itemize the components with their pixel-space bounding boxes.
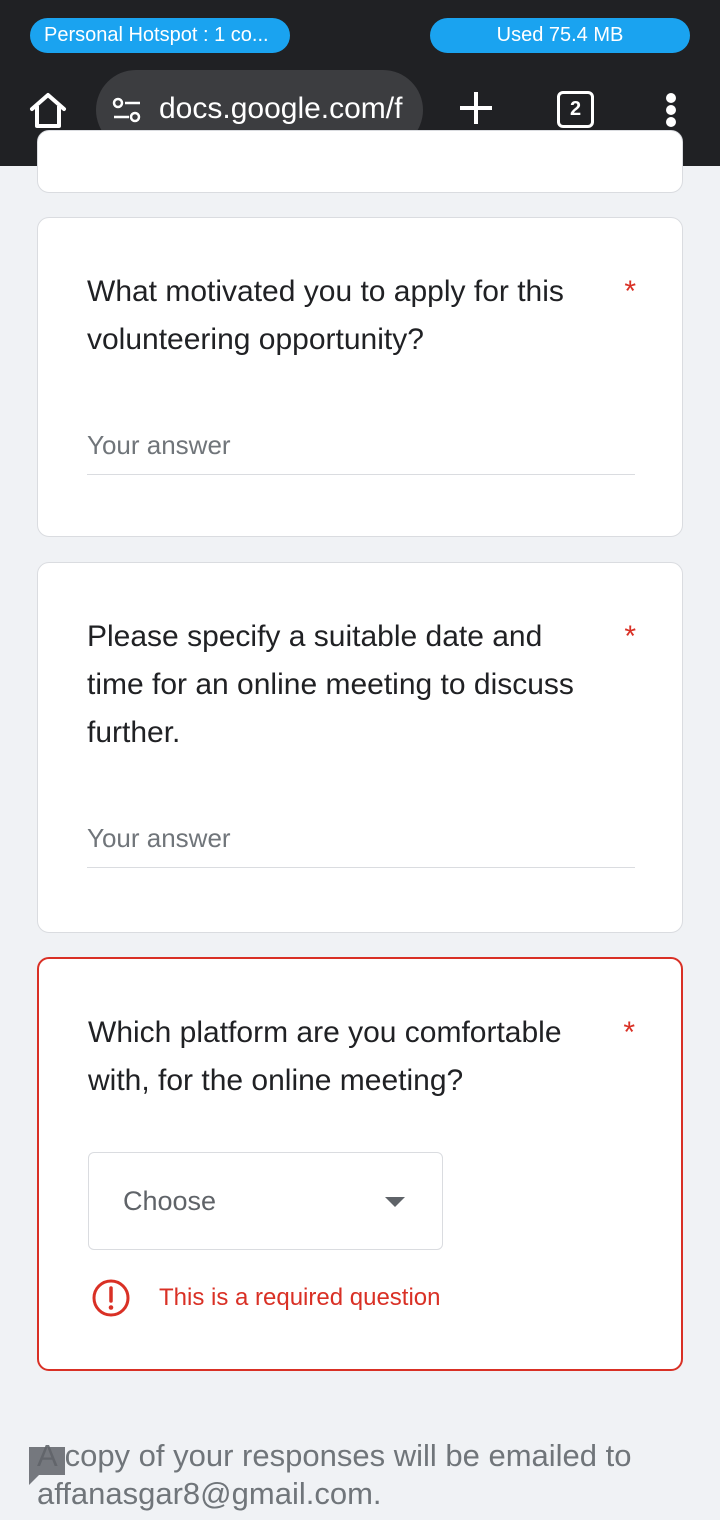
question-title: Please specify a suitable date and time …	[87, 620, 574, 749]
question-card-motivation: What motivated you to apply for this vol…	[37, 217, 683, 537]
meeting-time-answer-input[interactable]: Your answer	[87, 817, 635, 868]
question-card-platform: Which platform are you comfortable with,…	[37, 957, 683, 1371]
more-menu-icon[interactable]	[660, 88, 684, 132]
translate-icon[interactable]	[27, 1445, 67, 1485]
motivation-answer-input[interactable]: Your answer	[87, 424, 635, 475]
platform-dropdown[interactable]: Choose	[88, 1152, 443, 1250]
required-asterisk: *	[624, 275, 636, 308]
error-icon	[91, 1278, 131, 1318]
site-settings-icon[interactable]	[112, 97, 142, 123]
url-text[interactable]: docs.google.com/f	[159, 91, 409, 127]
hotspot-status-pill[interactable]: Personal Hotspot : 1 co...	[30, 18, 290, 53]
email-copy-note: A copy of your responses will be emailed…	[37, 1438, 632, 1511]
required-asterisk: *	[624, 620, 636, 653]
question-title: What motivated you to apply for this vol…	[87, 275, 564, 356]
required-error-message: This is a required question	[159, 1284, 441, 1311]
question-card-meeting-time: Please specify a suitable date and time …	[37, 562, 683, 933]
data-usage-pill[interactable]: Used 75.4 MB	[430, 18, 690, 53]
chevron-down-icon	[385, 1197, 405, 1207]
previous-question-card	[37, 130, 683, 193]
required-asterisk: *	[623, 1016, 635, 1049]
question-title: Which platform are you comfortable with,…	[88, 1016, 562, 1097]
dropdown-selected-value: Choose	[123, 1186, 217, 1216]
new-tab-icon[interactable]	[456, 88, 496, 128]
tab-switcher-icon[interactable]: 2	[557, 91, 594, 128]
home-icon[interactable]	[26, 88, 70, 132]
